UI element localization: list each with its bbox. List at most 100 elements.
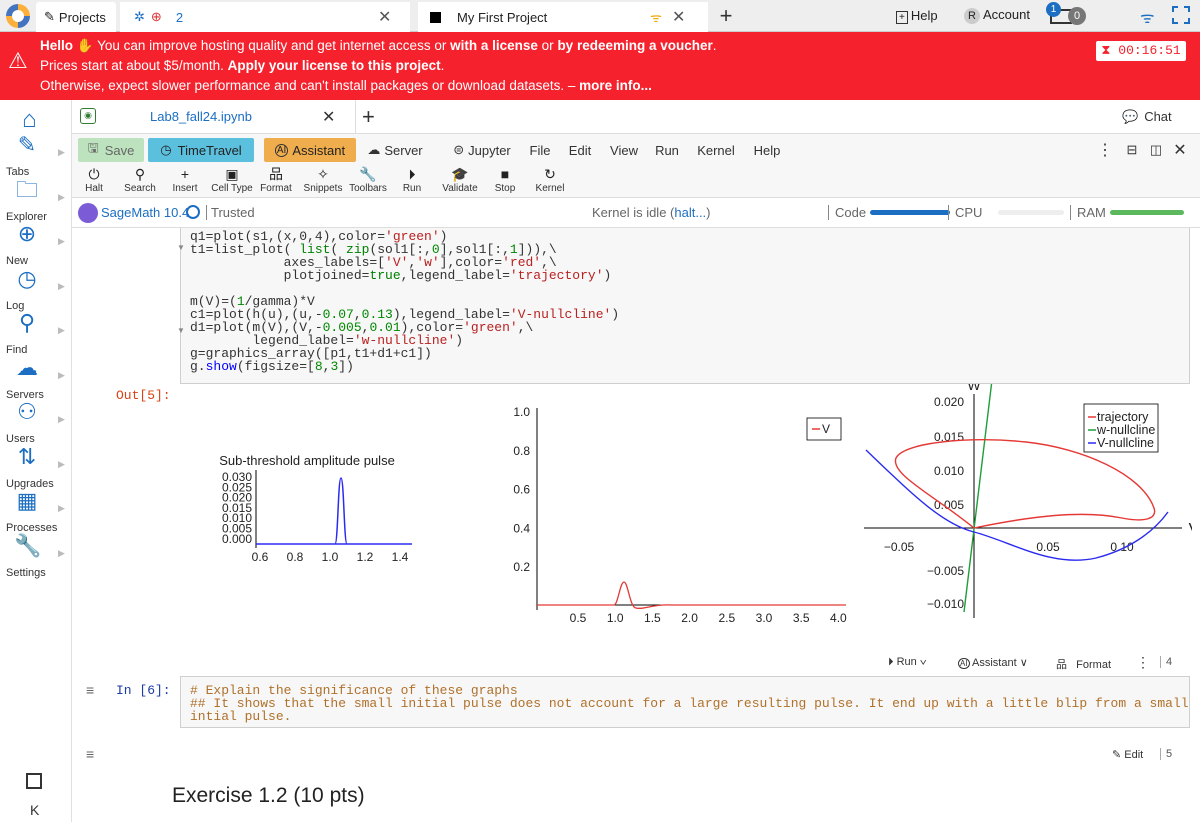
pencil-icon: ✎ — [17, 132, 37, 157]
close-frame-icon[interactable]: ✕ — [1172, 138, 1188, 162]
file-menu[interactable]: File — [526, 138, 554, 162]
new-tab-button[interactable]: + — [714, 4, 738, 28]
plot3-ytick: −0.010 — [927, 597, 964, 611]
timer-badge[interactable]: ⧗ 00:16:51 — [1096, 41, 1186, 61]
save-button[interactable]: 🖫 Save — [78, 138, 144, 162]
chevron-right-icon[interactable]: ▶ — [58, 147, 65, 158]
nav-item-upgrades[interactable]: ⇅ Upgrades ▶ — [0, 444, 72, 490]
drag-handle-icon[interactable]: ≡ — [86, 682, 94, 698]
search-button[interactable]: ⚲ Search — [122, 166, 158, 198]
project-tab-my-first-project[interactable]: My First Project ᯤ ✕ — [418, 2, 708, 32]
more-info-link[interactable]: more info... — [579, 78, 652, 93]
cell-number: 4 — [1160, 656, 1172, 668]
chevron-down-icon: ∨ — [1019, 657, 1028, 669]
step-forward-icon: ⏵ — [408, 166, 416, 182]
validate-button[interactable]: 🎓 Validate — [440, 166, 480, 198]
plot3-xtick: −0.05 — [884, 540, 915, 554]
help-button[interactable]: + Help — [896, 8, 938, 24]
chevron-right-icon[interactable]: ▶ — [58, 192, 65, 203]
cell-run-button[interactable]: ⏵ Run ∨ — [888, 656, 927, 669]
nav-item-servers[interactable]: ☁ Servers ▶ — [0, 355, 72, 401]
nav-item-find[interactable]: ⚲ Find ▶ — [0, 310, 72, 356]
assistant-button[interactable]: AI Assistant — [264, 138, 356, 162]
close-icon[interactable]: ✕ — [672, 7, 685, 27]
fold-marker-icon[interactable]: ▼ — [177, 326, 185, 335]
close-icon[interactable]: ✕ — [322, 107, 335, 127]
more-menu-icon[interactable]: ⋮ — [1097, 138, 1113, 162]
chevron-right-icon[interactable]: ▶ — [58, 236, 65, 247]
toolbars-button[interactable]: 🔧 Toolbars — [346, 166, 390, 198]
split-vertical-icon[interactable]: ◫ — [1148, 138, 1164, 162]
split-horizontal-icon[interactable]: ⊟ — [1124, 138, 1140, 162]
notification-badge: 1 — [1046, 2, 1061, 17]
voucher-link[interactable]: by redeeming a voucher — [557, 38, 712, 53]
kernel-button[interactable]: ↻ Kernel — [534, 166, 566, 198]
ram-label: RAM — [1070, 205, 1106, 220]
chevron-right-icon[interactable]: ▶ — [58, 414, 65, 425]
halt-link[interactable]: halt... — [674, 205, 706, 220]
plot1-xtick: 0.6 — [252, 550, 269, 564]
timetravel-button[interactable]: ◷ TimeTravel — [148, 138, 254, 162]
add-user-icon: ⚇ — [17, 399, 37, 424]
kernel-menu[interactable]: Kernel — [694, 138, 738, 162]
connection-icon[interactable]: ᯤ — [1140, 6, 1155, 28]
file-tab-lab8[interactable]: Lab8_fall24.ipynb ✕ — [136, 100, 356, 134]
snippets-button[interactable]: ✧ Snippets — [302, 166, 344, 198]
help-menu[interactable]: Help — [750, 138, 784, 162]
trusted-status[interactable]: Trusted — [206, 205, 255, 220]
cell-more-icon[interactable]: ⋮ — [1136, 654, 1150, 671]
nav-item-explorer[interactable]: 🗀 Explorer ▶ — [0, 177, 72, 223]
stop-button[interactable]: ■ Stop — [492, 166, 518, 198]
fold-marker-icon[interactable]: ▼ — [177, 243, 185, 252]
cell-type-button[interactable]: ▣ Cell Type — [208, 166, 256, 198]
projects-tab[interactable]: ✎ Projects — [36, 2, 116, 32]
jupyter-menu[interactable]: ⊜ Jupyter — [450, 138, 514, 162]
chevron-right-icon[interactable]: ▶ — [58, 281, 65, 292]
chevron-right-icon[interactable]: ▶ — [58, 459, 65, 470]
cell-format-button[interactable]: 品 Format — [1056, 656, 1111, 672]
nav-item-users[interactable]: ⚇ Users ▶ — [0, 399, 72, 445]
chat-button[interactable]: 💬 Chat — [1122, 109, 1172, 125]
cpu-progress-bar — [998, 210, 1064, 215]
nav-item-new[interactable]: ⊕ New ▶ — [0, 221, 72, 267]
terminal-icon: ▣ — [225, 166, 239, 182]
kernel-name[interactable]: SageMath 10.4 — [101, 205, 189, 220]
fullscreen-icon[interactable] — [1172, 6, 1190, 24]
drag-handle-icon[interactable]: ≡ — [86, 746, 94, 762]
close-icon[interactable]: ✕ — [378, 7, 391, 27]
plus-box-icon: + — [896, 11, 908, 24]
nav-bottom-letter[interactable]: K — [30, 802, 39, 818]
format-button[interactable]: 品 Format — [258, 166, 294, 198]
warning-icon: ⚠ — [8, 48, 28, 73]
edit-menu[interactable]: Edit — [566, 138, 594, 162]
home-icon[interactable]: ⌂ — [22, 106, 37, 134]
cell-assistant-button[interactable]: AI Assistant ∨ — [958, 656, 1028, 669]
insert-button[interactable]: + Insert — [170, 166, 200, 198]
chevron-right-icon[interactable]: ▶ — [58, 370, 65, 381]
chevron-right-icon[interactable]: ▶ — [58, 503, 65, 514]
account-button[interactable]: R Account — [964, 7, 1030, 24]
markdown-edit-button[interactable]: ✎ Edit — [1112, 748, 1143, 761]
server-button[interactable]: ☁ Server — [362, 138, 428, 162]
nav-item-tabs[interactable]: ✎ Tabs ▶ — [0, 132, 72, 178]
balance-badge[interactable]: 0 — [1068, 7, 1086, 25]
nav-item-settings[interactable]: 🔧 Settings ▶ — [0, 533, 72, 579]
nav-item-log[interactable]: ◷ Log ▶ — [0, 266, 72, 312]
project-open-tabs[interactable]: ✲ ⊕ 2 ✕ — [120, 2, 410, 32]
view-menu[interactable]: View — [608, 138, 640, 162]
license-link[interactable]: with a license — [450, 38, 538, 53]
table-icon[interactable] — [26, 773, 42, 789]
new-file-tab-button[interactable]: + — [362, 104, 375, 130]
graduation-icon: 🎓 — [451, 166, 469, 182]
plot3-legend-label: w-nullcline — [1096, 423, 1155, 437]
sagemath-logo-icon — [78, 203, 98, 223]
halt-button[interactable]: ⏻ Halt — [82, 166, 106, 198]
plot1-xtick: 1.0 — [322, 550, 339, 564]
apply-license-link[interactable]: Apply your license to this project — [228, 58, 441, 73]
chevron-right-icon[interactable]: ▶ — [58, 325, 65, 336]
nav-item-processes[interactable]: ▦ Processes ▶ — [0, 488, 72, 534]
plot2-ytick: 1.0 — [513, 405, 530, 419]
run-menu[interactable]: Run — [654, 138, 680, 162]
chevron-right-icon[interactable]: ▶ — [58, 548, 65, 559]
run-button[interactable]: ⏵ Run — [400, 166, 424, 198]
